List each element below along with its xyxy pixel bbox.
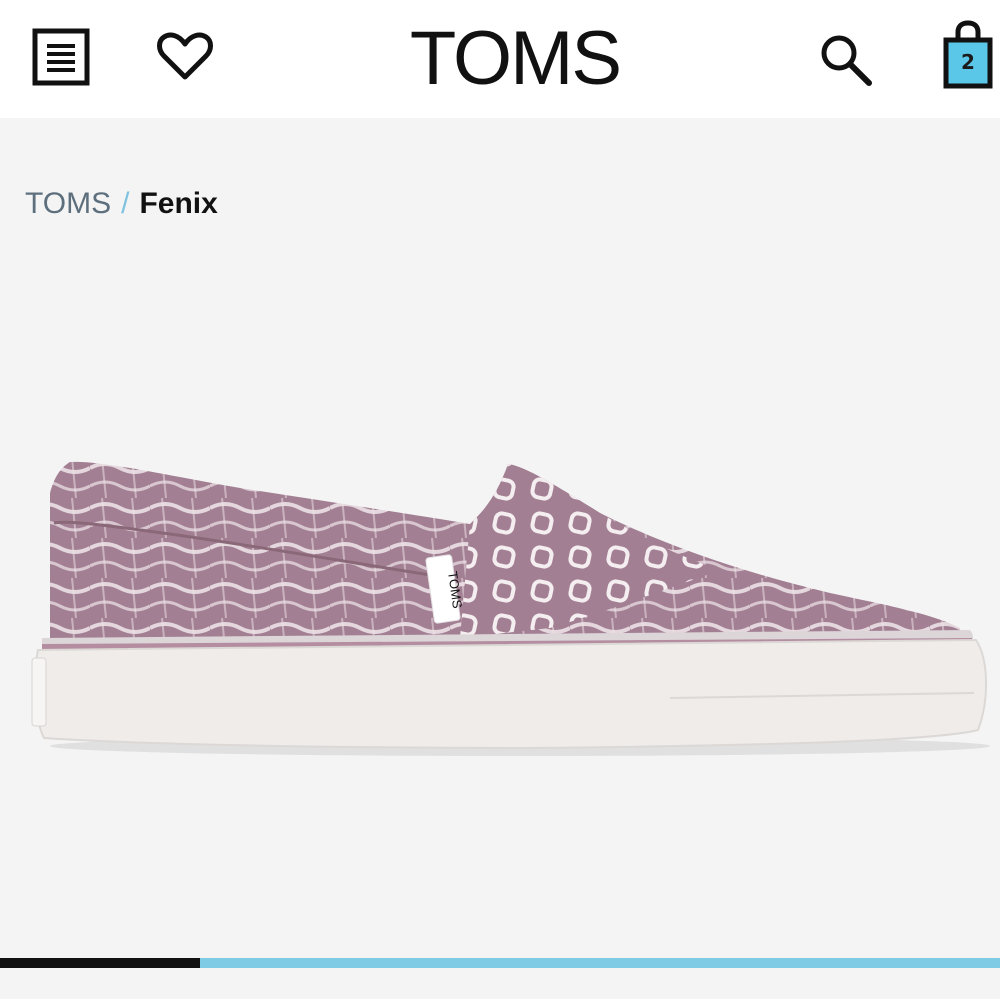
menu-button[interactable] bbox=[28, 24, 94, 90]
search-button[interactable] bbox=[810, 24, 880, 94]
image-carousel-progress[interactable] bbox=[0, 958, 1000, 968]
wishlist-button[interactable] bbox=[150, 24, 220, 90]
progress-fill bbox=[0, 958, 200, 968]
breadcrumb: TOMS / Fenix bbox=[25, 186, 218, 222]
menu-icon bbox=[32, 28, 90, 86]
heel-tab bbox=[31, 657, 47, 727]
breadcrumb-current: Fenix bbox=[139, 187, 218, 220]
cart-button[interactable]: 2 bbox=[936, 20, 1000, 94]
cart-count-badge: 2 bbox=[961, 50, 975, 74]
heart-icon bbox=[157, 32, 213, 80]
breadcrumb-separator: / bbox=[121, 187, 130, 220]
site-header: TOMS 2 bbox=[0, 0, 1000, 118]
brand-logo[interactable]: TOMS bbox=[380, 14, 650, 104]
product-image[interactable]: TOMS bbox=[30, 338, 990, 768]
search-icon bbox=[821, 35, 872, 86]
breadcrumb-home-link[interactable]: TOMS bbox=[25, 187, 111, 220]
shoe-sole bbox=[33, 638, 987, 750]
